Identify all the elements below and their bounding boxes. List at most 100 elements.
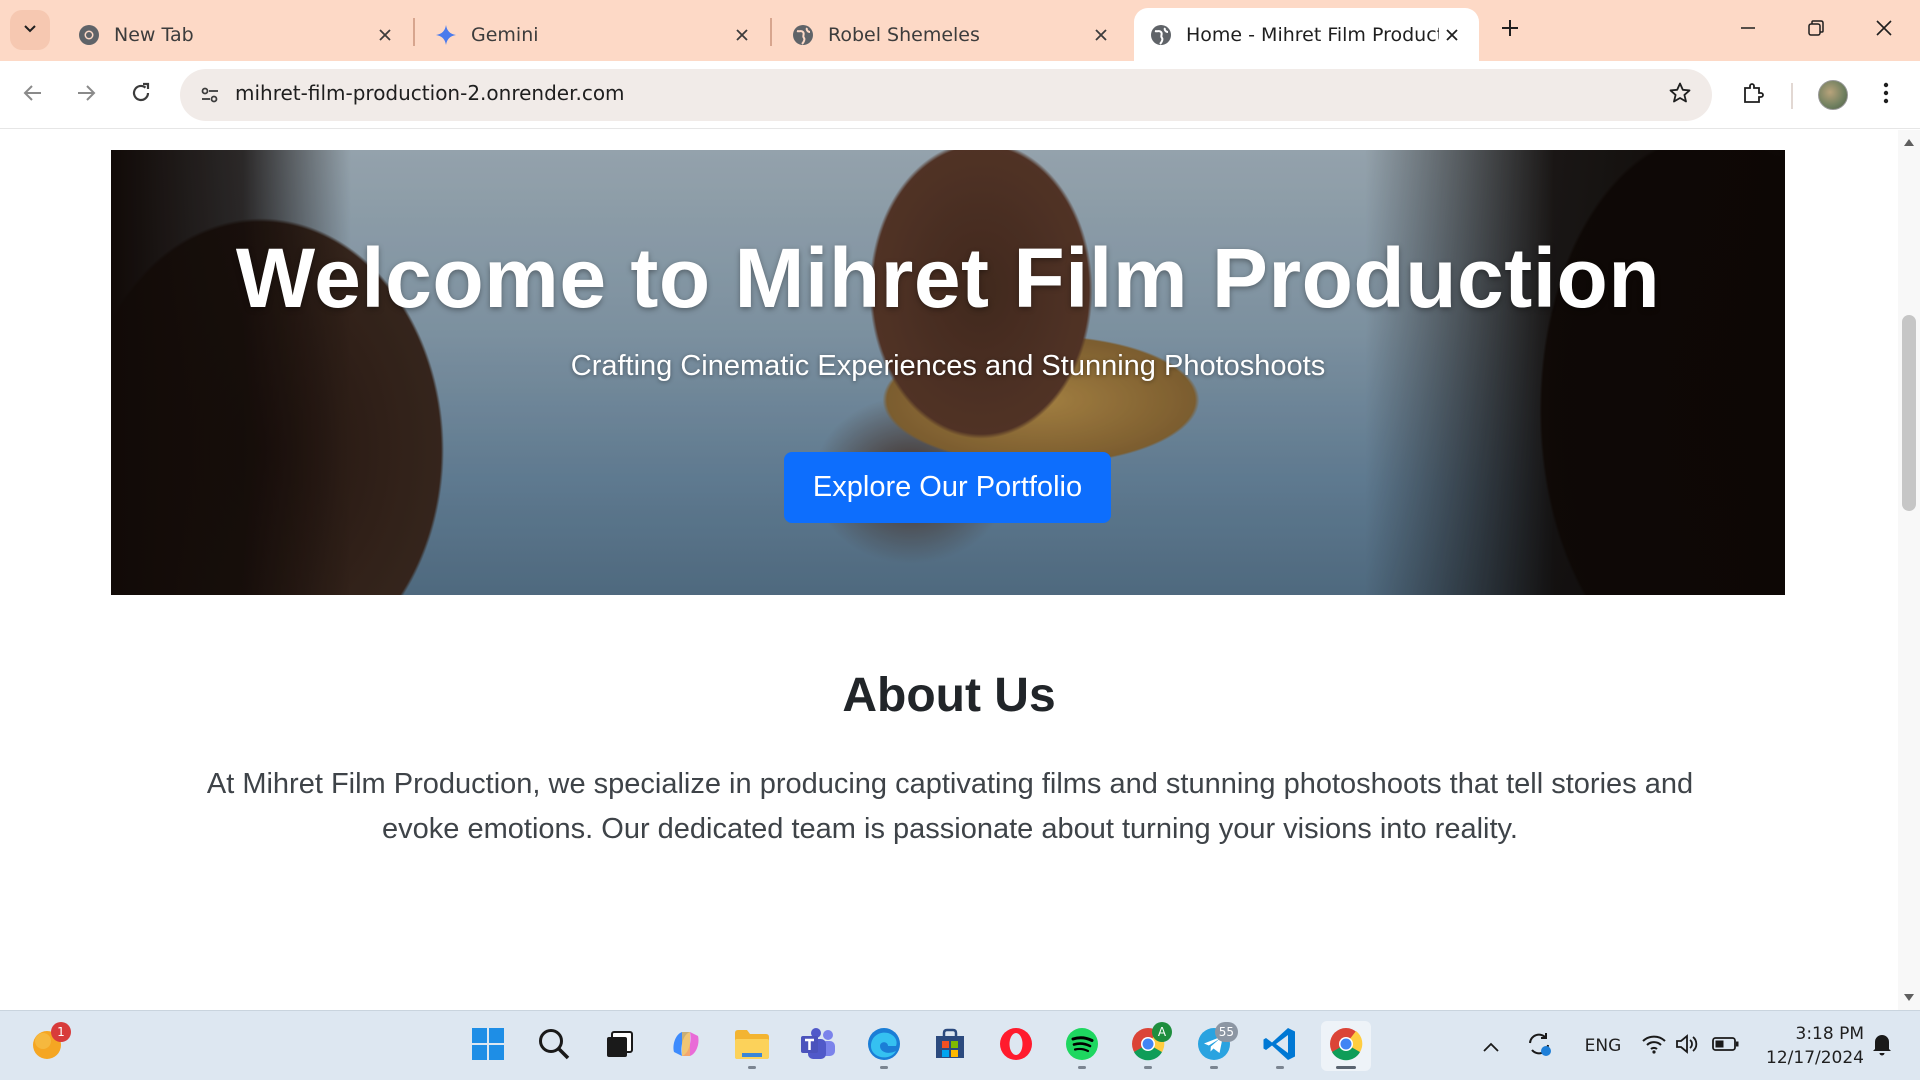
- close-icon[interactable]: [372, 22, 398, 48]
- weather-widget[interactable]: 1: [22, 1021, 72, 1071]
- notification-badge: 1: [51, 1022, 71, 1042]
- page-scrollbar[interactable]: [1898, 130, 1920, 1010]
- tab-gemini[interactable]: Gemini: [419, 8, 769, 61]
- running-indicator: [1336, 1066, 1356, 1069]
- close-window-button[interactable]: [1850, 0, 1918, 60]
- show-hidden-icons-button[interactable]: [1476, 1011, 1506, 1080]
- network-button[interactable]: [1638, 1011, 1670, 1080]
- globe-icon: [1150, 24, 1172, 46]
- page-viewport: Welcome to Mihret Film Production Crafti…: [0, 130, 1898, 1010]
- speaker-icon: [1675, 1033, 1699, 1059]
- file-explorer-app[interactable]: [727, 1021, 777, 1071]
- language-label: ENG: [1584, 1036, 1622, 1056]
- forward-button[interactable]: [64, 73, 108, 117]
- chrome-icon: [78, 24, 100, 46]
- back-button[interactable]: [11, 73, 55, 117]
- edge-app[interactable]: [859, 1021, 909, 1071]
- hero-subtitle: Crafting Cinematic Experiences and Stunn…: [570, 350, 1326, 382]
- minimize-icon: [1740, 20, 1756, 40]
- about-text: At Mihret Film Production, we specialize…: [206, 768, 1694, 845]
- site-settings-icon[interactable]: [192, 77, 228, 113]
- teams-app[interactable]: [793, 1021, 843, 1071]
- chevron-down-icon: [22, 20, 38, 40]
- close-icon[interactable]: [729, 22, 755, 48]
- search-button[interactable]: [529, 1021, 579, 1071]
- explore-portfolio-button[interactable]: Explore Our Portfolio: [784, 452, 1111, 523]
- extensions-button[interactable]: [1731, 73, 1775, 117]
- microsoft-store-app[interactable]: [925, 1021, 975, 1071]
- restore-icon: [1807, 19, 1825, 41]
- reload-button[interactable]: [119, 73, 163, 117]
- avatar: [1818, 80, 1848, 110]
- sync-status-button[interactable]: [1522, 1011, 1556, 1080]
- spotify-app[interactable]: [1057, 1021, 1107, 1071]
- teams-icon: [799, 1027, 837, 1065]
- notifications-button[interactable]: [1866, 1011, 1898, 1080]
- unread-badge: 55: [1214, 1022, 1238, 1042]
- tab-separator: [413, 18, 415, 46]
- chrome-app[interactable]: [1321, 1021, 1371, 1071]
- task-view-icon: [605, 1029, 635, 1063]
- gemini-sparkle-icon: [435, 24, 457, 46]
- task-view-button[interactable]: [595, 1021, 645, 1071]
- scroll-down-arrow-icon[interactable]: [1903, 992, 1915, 1004]
- arrow-right-icon: [75, 82, 97, 108]
- running-indicator: [1144, 1066, 1152, 1069]
- running-indicator: [1210, 1066, 1218, 1069]
- running-indicator: [748, 1066, 756, 1069]
- close-icon: [1875, 19, 1893, 41]
- edge-icon: [866, 1026, 902, 1066]
- tab-separator: [770, 18, 772, 46]
- address-bar[interactable]: mihret-film-production-2.onrender.com: [180, 69, 1712, 121]
- hero-section: Welcome to Mihret Film Production Crafti…: [111, 150, 1785, 595]
- taskbar: 1 A 55 ENG 3:18 PM 12/17/2024: [0, 1010, 1920, 1080]
- tab-strip: New Tab Gemini Robel Shemeles Home - Mih…: [0, 0, 1920, 61]
- close-icon[interactable]: [1439, 22, 1465, 48]
- copilot-icon: [668, 1026, 704, 1066]
- browser-toolbar: mihret-film-production-2.onrender.com: [0, 61, 1920, 129]
- clock[interactable]: 3:18 PM 12/17/2024: [1756, 1022, 1864, 1070]
- profile-button[interactable]: [1811, 73, 1855, 117]
- arrow-left-icon: [22, 82, 44, 108]
- windows-icon: [471, 1027, 505, 1065]
- tab-robel-shemeles[interactable]: Robel Shemeles: [776, 8, 1128, 61]
- copilot-app[interactable]: [661, 1021, 711, 1071]
- scroll-up-arrow-icon[interactable]: [1903, 136, 1915, 148]
- telegram-app[interactable]: 55: [1189, 1021, 1239, 1071]
- vscode-icon: [1262, 1026, 1298, 1066]
- running-indicator: [1276, 1066, 1284, 1069]
- store-icon: [933, 1027, 967, 1065]
- tab-search-button[interactable]: [10, 10, 50, 50]
- battery-button[interactable]: [1708, 1011, 1744, 1080]
- vscode-app[interactable]: [1255, 1021, 1305, 1071]
- minimize-button[interactable]: [1714, 0, 1782, 60]
- profile-badge: A: [1152, 1022, 1172, 1042]
- close-icon[interactable]: [1088, 22, 1114, 48]
- language-indicator[interactable]: ENG: [1578, 1011, 1628, 1080]
- new-tab-button[interactable]: [1492, 12, 1528, 48]
- chevron-up-icon: [1483, 1037, 1499, 1056]
- search-icon: [537, 1027, 571, 1065]
- volume-button[interactable]: [1672, 1011, 1702, 1080]
- sync-icon: [1525, 1030, 1553, 1062]
- start-button[interactable]: [463, 1021, 513, 1071]
- opera-app[interactable]: [991, 1021, 1041, 1071]
- spotify-icon: [1064, 1026, 1100, 1066]
- tab-title: Home - Mihret Film Production: [1186, 23, 1439, 46]
- scrollbar-thumb[interactable]: [1902, 315, 1916, 511]
- bookmark-star-button[interactable]: [1664, 79, 1696, 111]
- globe-icon: [792, 24, 814, 46]
- battery-icon: [1712, 1036, 1740, 1056]
- tab-mihret-home[interactable]: Home - Mihret Film Production: [1134, 8, 1479, 61]
- chrome-profile-app[interactable]: A: [1123, 1021, 1173, 1071]
- url-text[interactable]: mihret-film-production-2.onrender.com: [235, 81, 625, 105]
- puzzle-icon: [1741, 81, 1765, 109]
- bell-icon: [1871, 1032, 1893, 1060]
- clock-time: 3:18 PM: [1795, 1024, 1865, 1044]
- tab-new-tab[interactable]: New Tab: [62, 8, 412, 61]
- reload-icon: [130, 82, 152, 108]
- wifi-icon: [1641, 1033, 1667, 1059]
- menu-button[interactable]: [1864, 73, 1908, 117]
- restore-button[interactable]: [1782, 0, 1850, 60]
- about-title: About Us: [842, 669, 1056, 722]
